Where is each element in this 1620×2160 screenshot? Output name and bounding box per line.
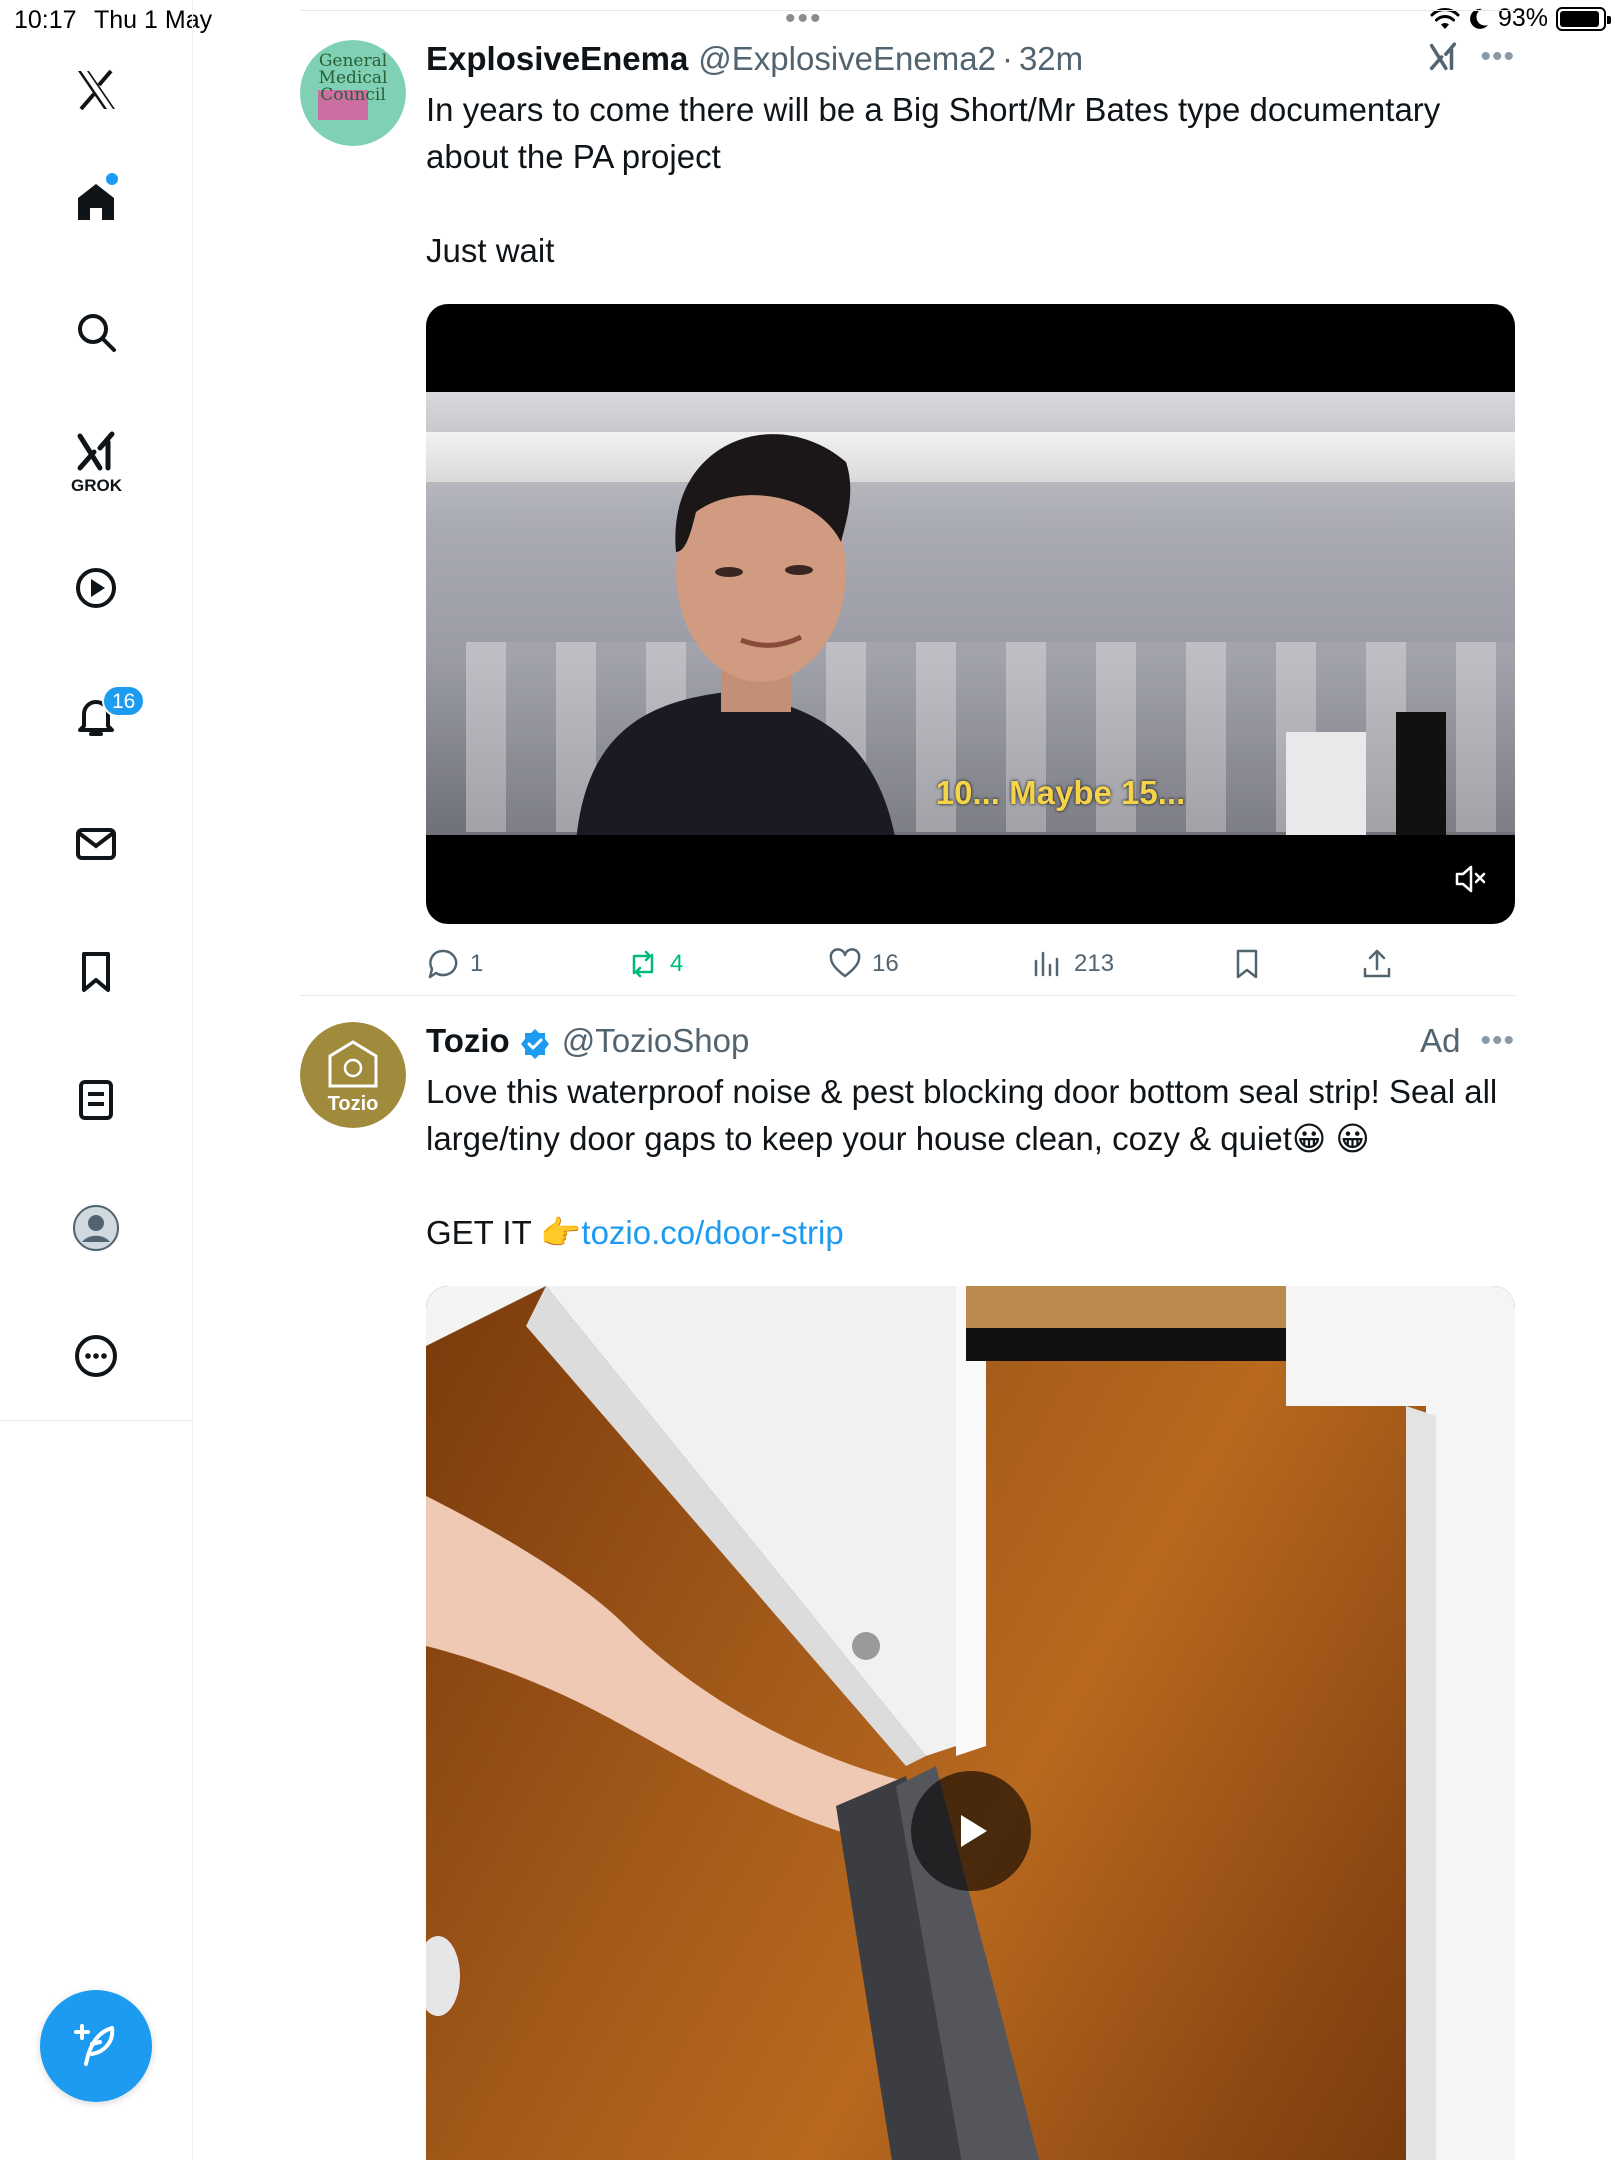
heart-icon xyxy=(829,948,861,978)
verified-badge-icon xyxy=(520,1029,549,1059)
video-scene xyxy=(426,1286,1515,2160)
home-icon[interactable] xyxy=(56,162,136,242)
reply-button[interactable]: 1 xyxy=(426,947,626,981)
cta-prefix: GET IT 👉 xyxy=(426,1214,582,1251)
home-unread-dot xyxy=(106,173,118,185)
views-icon xyxy=(1034,951,1059,977)
author-name[interactable]: Tozio xyxy=(426,1022,510,1060)
post-divider xyxy=(300,995,1515,996)
video-frame xyxy=(426,392,1515,835)
avatar-text: Tozio xyxy=(328,1093,379,1115)
messages-icon[interactable] xyxy=(56,804,136,884)
more-icon[interactable] xyxy=(56,1316,136,1396)
video-icon[interactable] xyxy=(56,548,136,628)
ad-label: Ad xyxy=(1420,1022,1461,1059)
share-button[interactable] xyxy=(1360,947,1394,981)
compose-feather-icon xyxy=(74,2024,115,2066)
post-header-actions: Ad ••• xyxy=(1420,1022,1515,1060)
battery-percent: 93% xyxy=(1497,4,1548,32)
notifications-badge: 16 xyxy=(102,685,146,717)
feed-top-divider xyxy=(300,10,1515,11)
lists-icon[interactable] xyxy=(56,1060,136,1140)
post-header: Tozio @TozioShop Ad ••• xyxy=(426,1022,1515,1066)
post-actions: 1 4 16 213 xyxy=(426,924,1515,1004)
like-button[interactable]: 16 xyxy=(828,947,1030,981)
bookmarks-icon[interactable] xyxy=(56,932,136,1012)
author-handle[interactable]: @TozioShop xyxy=(562,1022,750,1060)
post-text: Love this waterproof noise & pest blocki… xyxy=(426,1068,1515,1256)
repost-button[interactable]: 4 xyxy=(626,947,828,981)
post-more-icon[interactable]: ••• xyxy=(1480,1024,1515,1058)
post-text-body: Love this waterproof noise & pest blocki… xyxy=(426,1073,1507,1157)
header-separator: · xyxy=(1001,40,1013,77)
like-count: 16 xyxy=(872,950,899,977)
post-body: Tozio @TozioShop Ad ••• Love this waterp… xyxy=(426,1022,1515,2160)
author-handle[interactable]: @ExplosiveEnema2 xyxy=(698,40,996,78)
battery-icon xyxy=(1556,6,1611,31)
post-body: ExplosiveEnema @ExplosiveEnema2 · 32m ••… xyxy=(426,40,1515,1004)
post-more-icon[interactable]: ••• xyxy=(1480,40,1515,74)
post-header-actions: ••• xyxy=(1426,40,1515,74)
avatar-text-line3: Council xyxy=(320,85,386,105)
reply-icon xyxy=(428,949,458,979)
author-avatar[interactable]: Tozio xyxy=(300,1022,406,1128)
share-icon xyxy=(1363,949,1391,978)
x-logo-icon[interactable] xyxy=(56,50,136,130)
ad-link[interactable]: tozio.co/door-strip xyxy=(581,1214,843,1251)
reply-count: 1 xyxy=(470,950,484,977)
play-button[interactable] xyxy=(911,1771,1031,1891)
author-name[interactable]: ExplosiveEnema xyxy=(426,40,688,78)
status-bar: 10:17 Thu 1 May ••• 93% xyxy=(0,0,1620,40)
battery-fill xyxy=(1560,10,1600,27)
repost-icon xyxy=(632,950,654,978)
play-icon xyxy=(961,1815,987,1847)
video-person xyxy=(576,434,895,835)
grok-label: GROK xyxy=(71,476,122,495)
post-timestamp[interactable]: 32m xyxy=(1019,40,1083,78)
ad-video[interactable] xyxy=(426,1286,1515,2160)
sidebar: GROK 16 xyxy=(0,0,193,2160)
multitasking-dots[interactable]: ••• xyxy=(785,2,823,36)
repost-count: 4 xyxy=(670,950,684,977)
compose-button[interactable] xyxy=(40,1990,152,2102)
profile-avatar-icon[interactable] xyxy=(56,1188,136,1268)
search-icon[interactable] xyxy=(56,292,136,372)
bookmark-button[interactable] xyxy=(1230,947,1360,981)
post-text: In years to come there will be a Big Sho… xyxy=(426,91,1441,269)
views-button[interactable]: 213 xyxy=(1030,947,1230,981)
status-indicators: 93% xyxy=(1430,4,1611,33)
mute-icon[interactable] xyxy=(1453,862,1487,896)
sidebar-divider xyxy=(0,1420,193,1421)
grok-icon[interactable] xyxy=(1426,40,1460,74)
author-avatar[interactable]: General Medical Council xyxy=(300,40,406,146)
post-header: ExplosiveEnema @ExplosiveEnema2 · 32m ••… xyxy=(426,40,1515,84)
views-count: 213 xyxy=(1074,950,1115,977)
video-subtitle: 10... Maybe 15... xyxy=(935,774,1186,811)
post-video[interactable]: 10... Maybe 15... xyxy=(426,304,1515,924)
bookmark-icon xyxy=(1236,949,1258,979)
